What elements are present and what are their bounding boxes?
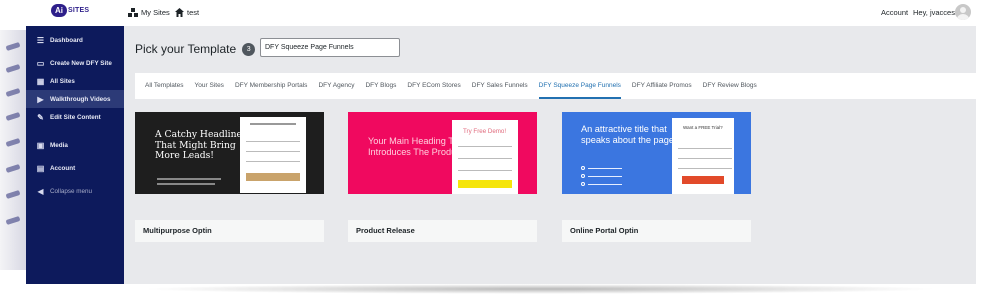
sidebar-item-label: Dashboard: [50, 36, 83, 44]
thumbnail-form: [240, 117, 306, 193]
sidebar-item-label: Walkthrough Videos: [50, 95, 111, 103]
logo-badge: Ai: [51, 4, 67, 17]
window-icon: ▭: [36, 58, 45, 68]
thumbnail-headline: A Catchy Headline That Might Bring More …: [155, 129, 242, 161]
sidebar-item-walkthrough-videos[interactable]: ▶ Walkthrough Videos: [26, 90, 124, 108]
window-shadow: [140, 284, 940, 294]
thumbnail-form-title: Want a FREE Trial?: [683, 125, 723, 130]
site-logo[interactable]: Ai SITES: [51, 4, 89, 17]
collapse-menu-button[interactable]: ◀ Collapse menu: [26, 182, 124, 200]
template-thumbnail[interactable]: An attractive title that speaks about th…: [562, 112, 751, 194]
template-search-input[interactable]: [260, 38, 400, 57]
sidebar-item-label: All Sites: [50, 77, 75, 85]
thumbnail-form: Try Free Demo!: [452, 120, 518, 194]
template-card[interactable]: An attractive title that speaks about th…: [562, 112, 751, 242]
play-icon: ▶: [37, 94, 44, 104]
sidebar-item-label: Account: [50, 164, 76, 172]
sidebar-item-create-site[interactable]: ▭ Create New DFY Site: [26, 54, 124, 72]
left-decoration: [0, 30, 26, 270]
account-link[interactable]: Account: [881, 8, 908, 17]
tab-all-templates[interactable]: All Templates: [145, 73, 184, 99]
avatar[interactable]: [955, 4, 971, 20]
sidebar-item-dashboard[interactable]: ☰ Dashboard: [26, 31, 124, 49]
sidebar-item-label: Collapse menu: [50, 187, 93, 195]
sidebar-item-all-sites[interactable]: ▦ All Sites: [26, 72, 124, 90]
page-title-text: Pick your Template: [135, 42, 237, 56]
wrench-icon: ✎: [37, 112, 44, 122]
template-count-badge: 3: [242, 42, 256, 56]
tab-dfy-review-blogs[interactable]: DFY Review Blogs: [703, 73, 757, 99]
account-icon: ▤: [36, 163, 45, 173]
home-icon: [175, 8, 184, 17]
site-name-label: test: [187, 8, 200, 17]
media-icon: ▣: [36, 140, 45, 150]
tab-dfy-sales-funnels[interactable]: DFY Sales Funnels: [472, 73, 528, 99]
template-name[interactable]: Online Portal Optin: [562, 220, 751, 242]
template-thumbnail[interactable]: Your Main Heading That Introduces The Pr…: [348, 112, 537, 194]
tab-dfy-affiliate-promos[interactable]: DFY Affiliate Promos: [632, 73, 692, 99]
logo-text: SITES: [68, 7, 90, 14]
menu-icon: ☰: [36, 35, 45, 45]
tab-dfy-squeeze-page-funnels[interactable]: DFY Squeeze Page Funnels: [538, 73, 622, 99]
sidebar-item-label: Edit Site Content: [50, 113, 101, 121]
my-sites-icon: [128, 8, 138, 17]
tab-dfy-ecom-stores[interactable]: DFY ECom Stores: [407, 73, 460, 99]
template-filter-tabs: All Templates Your Sites DFY Membership …: [135, 73, 976, 99]
tab-dfy-agency[interactable]: DFY Agency: [318, 73, 354, 99]
collapse-icon: ◀: [37, 186, 44, 196]
page-title: Pick your Template 3: [135, 42, 256, 56]
screen: Ai SITES My Sites test Account Hey, jvac…: [0, 0, 1000, 299]
sidebar-item-label: Media: [50, 141, 68, 149]
tab-dfy-membership-portals[interactable]: DFY Membership Portals: [235, 73, 308, 99]
thumbnail-form-title: Try Free Demo!: [463, 128, 507, 135]
my-sites-link[interactable]: My Sites: [128, 8, 170, 17]
sidebar-item-account[interactable]: ▤ Account: [26, 159, 124, 177]
sidebar-item-edit-content[interactable]: ✎ Edit Site Content: [26, 108, 124, 126]
template-card[interactable]: Your Main Heading That Introduces The Pr…: [348, 112, 537, 242]
template-name[interactable]: Multipurpose Optin: [135, 220, 324, 242]
tab-your-sites[interactable]: Your Sites: [195, 73, 224, 99]
admin-bar: Ai SITES My Sites test Account Hey, jvac…: [0, 0, 1000, 26]
tab-dfy-blogs[interactable]: DFY Blogs: [365, 73, 396, 99]
sidebar-item-label: Create New DFY Site: [50, 59, 112, 67]
template-card[interactable]: A Catchy Headline That Might Bring More …: [135, 112, 324, 242]
site-home-link[interactable]: test: [175, 8, 199, 17]
main-content: Pick your Template 3 All Templates Your …: [124, 26, 976, 284]
sidebar: ☰ Dashboard ▭ Create New DFY Site ▦ All …: [26, 26, 124, 284]
sidebar-item-media[interactable]: ▣ Media: [26, 136, 124, 154]
thumbnail-form: Want a FREE Trial?: [672, 118, 734, 194]
template-thumbnail[interactable]: A Catchy Headline That Might Bring More …: [135, 112, 324, 194]
grid-icon: ▦: [36, 76, 45, 86]
user-greeting[interactable]: Hey, jvaccess: [913, 8, 959, 17]
my-sites-label: My Sites: [141, 8, 170, 17]
template-name[interactable]: Product Release: [348, 220, 537, 242]
thumbnail-headline: An attractive title that speaks about th…: [581, 124, 674, 145]
